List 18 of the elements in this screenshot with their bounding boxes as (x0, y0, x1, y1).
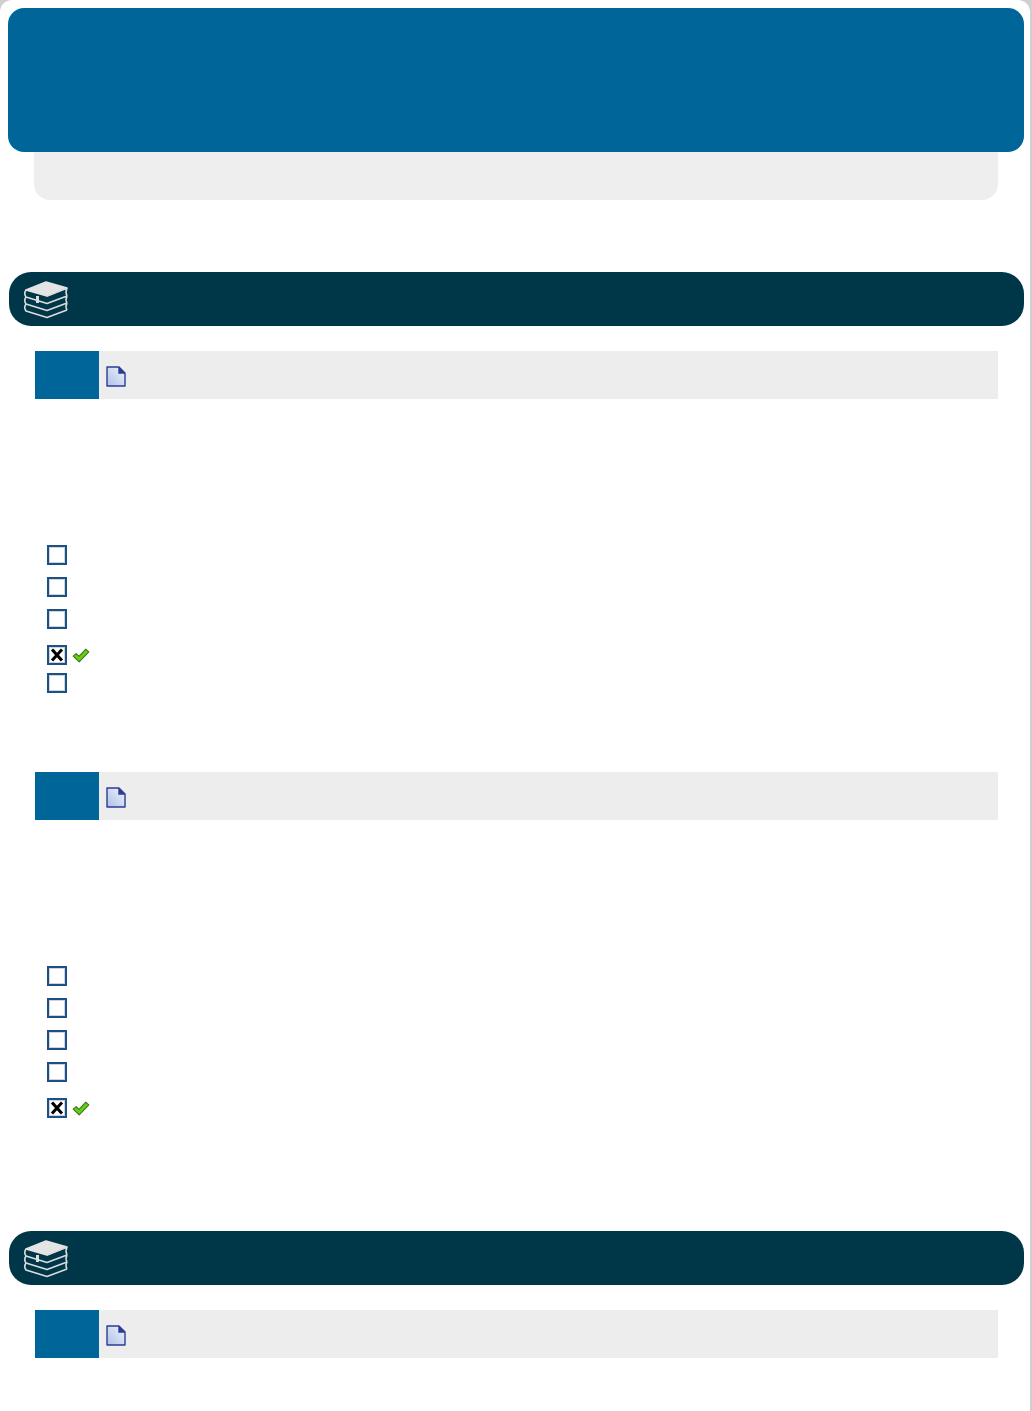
books-icon (22, 279, 70, 319)
document-icon (106, 1325, 126, 1346)
checkbox[interactable] (47, 545, 67, 565)
document-icon (106, 366, 126, 387)
question-marker (35, 351, 99, 399)
checkbox[interactable] (47, 1098, 67, 1118)
checkbox[interactable] (47, 1062, 67, 1082)
checkbox[interactable] (47, 609, 67, 629)
document-icon (106, 787, 126, 808)
checkbox[interactable] (47, 673, 67, 693)
checkbox[interactable] (47, 966, 67, 986)
question-marker (35, 1310, 99, 1358)
books-icon (22, 1238, 70, 1278)
checkbox[interactable] (47, 645, 67, 665)
checkbox[interactable] (47, 577, 67, 597)
checkbox[interactable] (47, 1030, 67, 1050)
question-marker (35, 772, 99, 820)
checkbox[interactable] (47, 998, 67, 1018)
